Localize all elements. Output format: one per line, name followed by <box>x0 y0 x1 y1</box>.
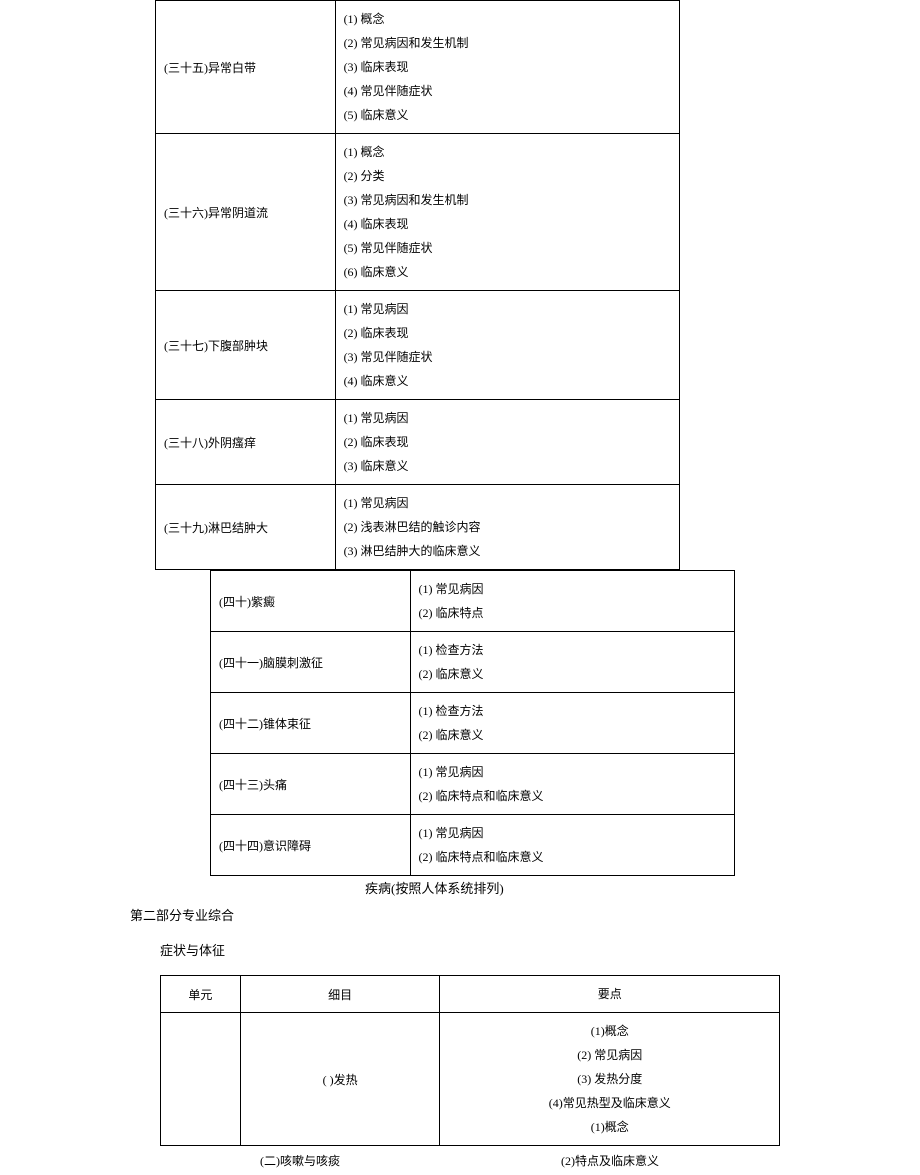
item-line: (2) 临床特点和临床意义 <box>419 845 726 869</box>
col-header-points: 要点 <box>440 976 780 1013</box>
topic-cell: (三十九)淋巴结肿大 <box>156 485 336 570</box>
heading-part2: 第二部分专业综合 <box>130 905 920 924</box>
items-cell: (1) 常见病因(2) 临床特点 <box>410 571 734 632</box>
points-cell: (1)概念(2) 常见病因(3) 发热分度(4)常见热型及临床意义(1)概念 <box>440 1013 780 1146</box>
item-line: (1) 检查方法 <box>419 699 726 723</box>
items-cell: (1) 常见病因(2) 临床特点和临床意义 <box>410 754 734 815</box>
unit-cell <box>161 1013 241 1146</box>
item-line: (1)概念 <box>446 1019 773 1043</box>
item-line: (1) 常见病因 <box>344 491 671 515</box>
item-line: (2) 分类 <box>344 164 671 188</box>
items-cell: (1) 常见病因(2) 临床表现(3) 临床意义 <box>335 400 679 485</box>
item-line: (3) 临床表现 <box>344 55 671 79</box>
item-line: (3) 常见病因和发生机制 <box>344 188 671 212</box>
item-line: (1) 检查方法 <box>419 638 726 662</box>
item-line: (4)常见热型及临床意义 <box>446 1091 773 1115</box>
item-line: (2) 浅表淋巴结的触诊内容 <box>344 515 671 539</box>
topic-cell: (四十)紫癜 <box>211 571 411 632</box>
item-line: (2) 临床特点 <box>419 601 726 625</box>
topic-cell: (三十七)下腹部肿块 <box>156 291 336 400</box>
topic-cell: (四十三)头痛 <box>211 754 411 815</box>
item-line: (3) 淋巴结肿大的临床意义 <box>344 539 671 563</box>
item-line: (2) 常见病因 <box>446 1043 773 1067</box>
topic-cell: (三十五)异常白带 <box>156 1 336 134</box>
heading-symptoms: 症状与体征 <box>160 940 920 959</box>
item-line: (1) 常见病因 <box>344 297 671 321</box>
detail-cell: ( )发热 <box>240 1013 440 1146</box>
items-cell: (1) 检查方法(2) 临床意义 <box>410 632 734 693</box>
item-line: (4) 常见伴随症状 <box>344 79 671 103</box>
item-line: (6) 临床意义 <box>344 260 671 284</box>
item-line: (1) 概念 <box>344 140 671 164</box>
item-line: (2) 临床特点和临床意义 <box>419 784 726 808</box>
items-cell: (1) 常见病因(2) 浅表淋巴结的触诊内容(3) 淋巴结肿大的临床意义 <box>335 485 679 570</box>
bottom-right: (2)特点及临床意义 <box>440 1152 780 1169</box>
col-header-unit: 单元 <box>161 976 241 1013</box>
items-cell: (1) 常见病因(2) 临床表现(3) 常见伴随症状(4) 临床意义 <box>335 291 679 400</box>
topic-cell: (三十六)异常阴道流 <box>156 134 336 291</box>
item-line: (3) 临床意义 <box>344 454 671 478</box>
heading-disease: 疾病(按照人体系统排列) <box>365 878 920 897</box>
item-line: (2) 临床意义 <box>419 662 726 686</box>
item-line: (1)概念 <box>446 1115 773 1139</box>
syllabus-table-3: 单元 细目 要点 ( )发热 (1)概念(2) 常见病因(3) 发热分度(4)常… <box>160 975 780 1146</box>
item-line: (4) 临床意义 <box>344 369 671 393</box>
topic-cell: (四十一)脑膜刺激征 <box>211 632 411 693</box>
item-line: (2) 临床表现 <box>344 321 671 345</box>
col-header-detail: 细目 <box>240 976 440 1013</box>
item-line: (1) 概念 <box>344 7 671 31</box>
item-line: (3) 常见伴随症状 <box>344 345 671 369</box>
item-line: (5) 常见伴随症状 <box>344 236 671 260</box>
items-cell: (1) 检查方法(2) 临床意义 <box>410 693 734 754</box>
topic-cell: (四十四)意识障碍 <box>211 815 411 876</box>
topic-cell: (四十二)锥体束征 <box>211 693 411 754</box>
items-cell: (1) 常见病因(2) 临床特点和临床意义 <box>410 815 734 876</box>
syllabus-table-2: (四十)紫癜(1) 常见病因(2) 临床特点(四十一)脑膜刺激征(1) 检查方法… <box>210 570 735 876</box>
item-line: (4) 临床表现 <box>344 212 671 236</box>
items-cell: (1) 概念(2) 分类(3) 常见病因和发生机制(4) 临床表现(5) 常见伴… <box>335 134 679 291</box>
item-line: (1) 常见病因 <box>419 760 726 784</box>
item-line: (1) 常见病因 <box>419 577 726 601</box>
item-line: (2) 临床意义 <box>419 723 726 747</box>
items-cell: (1) 概念(2) 常见病因和发生机制(3) 临床表现(4) 常见伴随症状(5)… <box>335 1 679 134</box>
item-line: (1) 常见病因 <box>344 406 671 430</box>
bottom-left: (二)咳嗽与咳痰 <box>160 1152 440 1169</box>
item-line: (1) 常见病因 <box>419 821 726 845</box>
syllabus-table-1: (三十五)异常白带(1) 概念(2) 常见病因和发生机制(3) 临床表现(4) … <box>155 0 680 570</box>
item-line: (3) 发热分度 <box>446 1067 773 1091</box>
item-line: (5) 临床意义 <box>344 103 671 127</box>
item-line: (2) 临床表现 <box>344 430 671 454</box>
topic-cell: (三十八)外阴瘙痒 <box>156 400 336 485</box>
item-line: (2) 常见病因和发生机制 <box>344 31 671 55</box>
bottom-row: (二)咳嗽与咳痰 (2)特点及临床意义 <box>160 1146 780 1175</box>
